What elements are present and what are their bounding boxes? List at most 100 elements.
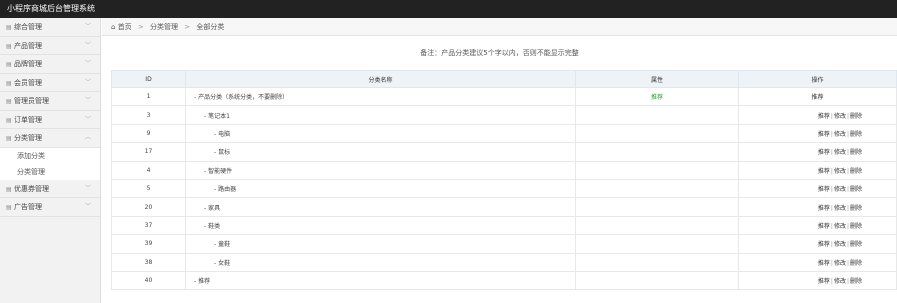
- cell-id: 39: [111, 234, 186, 254]
- cell-ops: 推荐|修改|删除: [738, 160, 897, 180]
- delete-link[interactable]: 删除: [850, 186, 862, 193]
- ad-icon: ▤: [6, 204, 12, 211]
- product-icon: ▤: [6, 42, 12, 50]
- cell-attr: [575, 270, 739, 291]
- sidebar-item[interactable]: ▤ 订单管理 ﹀: [0, 111, 100, 129]
- chevron-down-icon: ﹀: [84, 203, 91, 210]
- delete-link[interactable]: 删除: [850, 168, 862, 175]
- edit-link[interactable]: 修改: [834, 113, 846, 120]
- recommend-link[interactable]: 推荐: [811, 94, 823, 101]
- app-title: 小程序商城后台管理系统: [7, 4, 95, 13]
- recommend-link[interactable]: 推荐: [818, 131, 830, 138]
- cell-attr: [575, 160, 739, 180]
- sidebar-item-label: 优惠券管理: [14, 184, 49, 193]
- edit-link[interactable]: 修改: [834, 186, 846, 193]
- sidebar-item[interactable]: ▤ 综合管理 ﹀: [0, 18, 100, 37]
- recommend-link[interactable]: 推荐: [818, 260, 830, 267]
- recommend-link[interactable]: 推荐: [818, 223, 830, 230]
- sidebar-item[interactable]: ▤ 产品管理 ﹀: [0, 37, 100, 55]
- separator: |: [846, 130, 849, 138]
- cell-attr: [575, 252, 739, 272]
- order-icon: ▤: [6, 116, 12, 124]
- cell-name: - 鼠标: [185, 142, 576, 162]
- cell-name: - 推荐: [185, 270, 576, 291]
- separator: |: [846, 259, 849, 267]
- sidebar: ▤ 综合管理 ﹀ ▤ 产品管理 ﹀ ▤ 品牌管理 ﹀ ▤ 会员管理 ﹀ ▤ 管理员管理 ﹀ ▤ 订单管理 ﹀ ▤ 分类…: [0, 18, 101, 303]
- cell-name: - 产品分类（系统分类，不要删除）: [185, 86, 576, 107]
- category-table: ID 分类名称 属性 操作 1- 产品分类（系统分类，不要删除） 推荐 推荐 3- 笔…: [111, 70, 897, 291]
- recommend-link[interactable]: 推荐: [818, 205, 830, 212]
- recommend-link[interactable]: 推荐: [818, 149, 830, 156]
- delete-link[interactable]: 删除: [850, 260, 862, 267]
- cell-name: - 路由器: [185, 178, 576, 199]
- cell-name: - 鞋类: [185, 215, 576, 236]
- separator: |: [830, 130, 833, 138]
- delete-link[interactable]: 删除: [850, 131, 862, 138]
- sidebar-item[interactable]: ▤ 广告管理 ﹀: [0, 198, 100, 217]
- cell-attr: [575, 215, 739, 236]
- edit-link[interactable]: 修改: [834, 168, 846, 175]
- delete-link[interactable]: 删除: [850, 278, 862, 285]
- separator: |: [846, 222, 849, 230]
- separator: |: [846, 149, 849, 157]
- recommend-link[interactable]: 推荐: [818, 278, 830, 285]
- cell-id: 17: [111, 142, 186, 162]
- delete-link[interactable]: 删除: [850, 113, 862, 120]
- separator: |: [846, 167, 849, 175]
- cell-id: 37: [111, 215, 186, 236]
- cell-ops: 推荐|修改|删除: [738, 178, 897, 199]
- breadcrumb-current: 全部分类: [196, 23, 225, 31]
- brand-icon: ▤: [6, 61, 12, 68]
- recommend-link[interactable]: 推荐: [818, 186, 830, 193]
- delete-link[interactable]: 删除: [850, 205, 862, 212]
- delete-link[interactable]: 删除: [850, 223, 862, 230]
- sidebar-item[interactable]: ▤ 分类管理 ︿: [0, 129, 100, 148]
- breadcrumb-home[interactable]: 首页: [118, 23, 132, 31]
- sidebar-item[interactable]: ▤ 优惠券管理 ﹀: [0, 180, 100, 198]
- sidebar-item-label: 会员管理: [14, 78, 42, 87]
- separator: |: [846, 186, 849, 194]
- recommend-link[interactable]: 推荐: [818, 113, 830, 120]
- edit-link[interactable]: 修改: [834, 223, 846, 230]
- cell-ops: 推荐: [738, 86, 897, 107]
- separator: |: [830, 278, 833, 286]
- edit-link[interactable]: 修改: [834, 241, 846, 248]
- col-header-name: 分类名称: [185, 70, 576, 88]
- cell-id: 3: [111, 105, 186, 125]
- cell-ops: 推荐|修改|删除: [738, 252, 897, 272]
- table-row: 38- 女鞋 推荐|修改|删除: [111, 252, 897, 272]
- table-row: 40- 推荐 推荐|修改|删除: [111, 270, 897, 291]
- delete-link[interactable]: 删除: [850, 149, 862, 156]
- recommend-link[interactable]: 推荐: [818, 168, 830, 175]
- sidebar-item[interactable]: ▤ 管理员管理 ﹀: [0, 92, 100, 111]
- admin-icon: ▤: [6, 98, 12, 105]
- sidebar-item[interactable]: ▤ 会员管理 ﹀: [0, 74, 100, 92]
- cell-id: 40: [111, 270, 186, 291]
- table-row: 3- 笔记本1 推荐|修改|删除: [111, 105, 897, 125]
- table-row: 37- 鞋类 推荐|修改|删除: [111, 215, 897, 236]
- sidebar-subitem[interactable]: 添加分类: [0, 147, 100, 164]
- separator: |: [830, 186, 833, 194]
- separator: |: [830, 149, 833, 157]
- cell-name: - 女鞋: [185, 252, 576, 272]
- separator: |: [830, 112, 833, 120]
- cell-name: - 童鞋: [185, 234, 576, 254]
- edit-link[interactable]: 修改: [834, 131, 846, 138]
- edit-link[interactable]: 修改: [834, 205, 846, 212]
- cell-id: 5: [111, 178, 186, 199]
- delete-link[interactable]: 删除: [850, 241, 862, 248]
- member-icon: ▤: [6, 79, 12, 87]
- sidebar-item-label: 订单管理: [14, 115, 42, 124]
- cell-ops: 推荐|修改|删除: [738, 123, 897, 144]
- sidebar-item[interactable]: ▤ 品牌管理 ﹀: [0, 55, 100, 74]
- breadcrumb-level1[interactable]: 分类管理: [150, 23, 178, 31]
- sidebar-subitem[interactable]: 分类管理: [0, 163, 100, 180]
- breadcrumb-separator: >: [137, 23, 144, 31]
- col-header-attr: 属性: [575, 70, 739, 88]
- separator: |: [830, 167, 833, 175]
- edit-link[interactable]: 修改: [834, 260, 846, 267]
- edit-link[interactable]: 修改: [834, 278, 846, 285]
- cell-ops: 推荐|修改|删除: [738, 105, 897, 125]
- recommend-link[interactable]: 推荐: [818, 241, 830, 248]
- edit-link[interactable]: 修改: [834, 149, 846, 156]
